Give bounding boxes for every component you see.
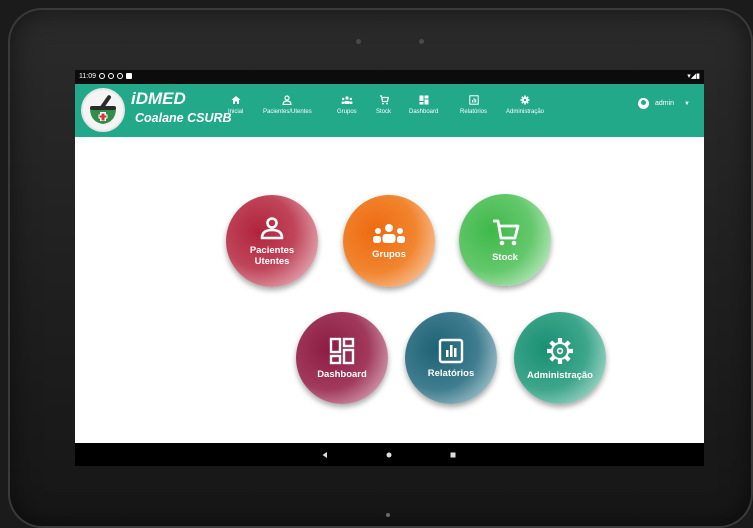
tile-administracao[interactable]: Administração	[514, 312, 606, 404]
nav-pacientes-utentes[interactable]: Pacientes/Utentes	[263, 94, 312, 115]
notification-icon	[117, 73, 123, 79]
dashboard-icon	[329, 337, 355, 364]
nav-label: Inicial	[228, 109, 244, 115]
sensor	[419, 39, 424, 44]
nav-label: Stock	[376, 109, 392, 115]
nav-grupos[interactable]: Grupos	[337, 94, 357, 115]
tile-pacientes-utentes[interactable]: Pacientes Utentes	[226, 195, 318, 287]
gear-icon	[519, 94, 531, 106]
tile-label: Stock	[492, 251, 518, 263]
recents-icon	[450, 452, 456, 457]
app-logo	[81, 88, 125, 132]
nav-inicial[interactable]: Inicial	[228, 94, 243, 115]
app-subtitle: Coalane CSURB	[135, 111, 232, 125]
dashboard-icon	[418, 94, 430, 106]
nav-administracao[interactable]: Administração	[506, 94, 544, 115]
wifi-battery-icon: ▾◢▮	[687, 73, 700, 80]
notification-icon	[126, 73, 132, 79]
home-circle-icon	[386, 452, 392, 457]
mortar-pestle-icon	[90, 95, 116, 124]
front-camera	[356, 39, 361, 44]
groups-icon	[373, 223, 405, 243]
tile-label: Grupos	[372, 248, 406, 260]
nav-relatorios[interactable]: Relatórios	[460, 94, 487, 115]
user-menu[interactable]: admin ▼	[637, 98, 690, 109]
nav-label: Grupos	[337, 109, 357, 115]
tile-label: Pacientes Utentes	[249, 245, 295, 267]
cart-icon	[493, 219, 520, 245]
nav-stock[interactable]: Stock	[376, 94, 391, 115]
chevron-down-icon: ▼	[684, 100, 690, 107]
back-button[interactable]	[318, 443, 332, 466]
home-button[interactable]	[382, 443, 396, 466]
app-screen: 11:09 ▾◢▮ iDMED Coalane CSURB Inicial Pa…	[75, 70, 704, 466]
tile-label: Dashboard	[317, 368, 367, 380]
app-title: iDMED	[131, 89, 186, 108]
nav-dashboard[interactable]: Dashboard	[409, 94, 438, 115]
gear-icon	[547, 337, 573, 364]
tile-label: Relatórios	[427, 367, 475, 379]
tile-stock[interactable]: Stock	[459, 194, 551, 286]
app-header: iDMED Coalane CSURB Inicial Pacientes/Ut…	[75, 84, 704, 137]
notification-icon	[108, 73, 114, 79]
nav-label: Dashboard	[409, 109, 439, 115]
nav-label: Pacientes/Utentes	[263, 109, 312, 115]
status-time: 11:09	[79, 73, 96, 80]
tile-dashboard[interactable]: Dashboard	[296, 312, 388, 404]
cart-icon	[378, 94, 390, 106]
nav-label: Relatórios	[460, 109, 488, 115]
person-icon	[260, 217, 284, 240]
avatar	[637, 98, 649, 109]
android-nav-bar	[75, 443, 704, 466]
nav-label: Administração	[506, 109, 545, 115]
notification-icon	[99, 73, 105, 79]
back-icon	[322, 451, 327, 458]
groups-icon	[341, 94, 353, 106]
recents-button[interactable]	[446, 443, 460, 466]
bottom-sensor	[386, 513, 390, 517]
tile-relatorios[interactable]: Relatórios	[405, 312, 497, 404]
user-name: admin	[654, 100, 675, 107]
person-icon	[281, 94, 293, 106]
home-icon	[230, 94, 242, 106]
tile-label: Administração	[527, 369, 593, 381]
report-icon	[468, 94, 480, 106]
status-bar: 11:09 ▾◢▮	[75, 70, 704, 84]
notification-icons	[99, 73, 132, 79]
tile-grupos[interactable]: Grupos	[343, 195, 435, 287]
report-icon	[438, 338, 464, 363]
